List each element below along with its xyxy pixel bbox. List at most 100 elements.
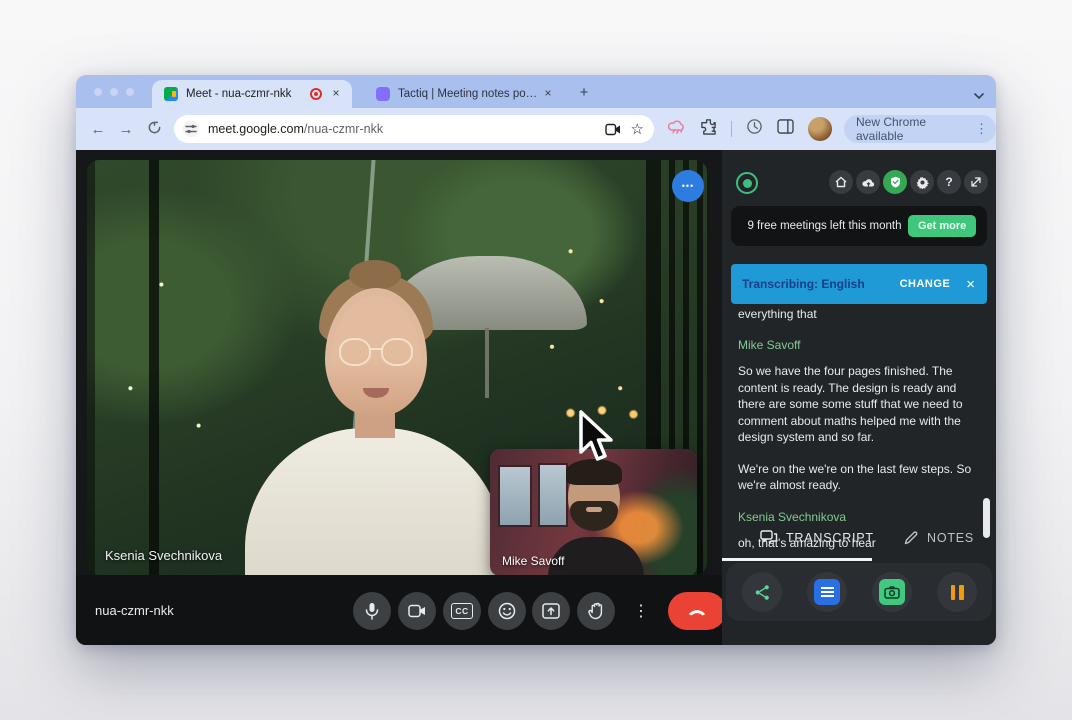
side-panel-icon[interactable] — [777, 119, 794, 139]
browser-window: Meet - nua-czmr-nkk × Tactiq | Meeting n… — [76, 75, 996, 645]
shield-check-icon[interactable] — [883, 170, 907, 194]
desktop-background: Meet - nua-czmr-nkk × Tactiq | Meeting n… — [0, 0, 1072, 720]
captions-button[interactable]: CC — [443, 592, 481, 630]
transcribing-label: Transcribing: English — [742, 277, 865, 291]
chat-bubble-widget[interactable]: ••• — [672, 170, 704, 202]
extension-pink-icon[interactable] — [668, 119, 686, 140]
settings-gear-icon[interactable] — [910, 170, 934, 194]
tactiq-favicon-icon — [376, 87, 390, 101]
change-language-button[interactable]: CHANGE — [900, 278, 951, 290]
reload-button[interactable] — [140, 120, 168, 139]
browser-toolbar: ← → meet.google.com/nua-czmr-nkk ☆ — [76, 108, 996, 150]
active-tab-underline — [722, 558, 872, 561]
toolbar-divider — [731, 121, 732, 137]
forward-button[interactable]: → — [112, 121, 140, 138]
help-glyph: ? — [945, 175, 952, 189]
tab-close-icon[interactable]: × — [540, 86, 556, 102]
chrome-update-button[interactable]: New Chrome available ⋮ — [844, 115, 996, 143]
back-button[interactable]: ← — [84, 121, 112, 138]
help-icon[interactable]: ? — [937, 170, 961, 194]
tab-notes-label: NOTES — [927, 531, 974, 545]
recording-indicator-icon — [310, 88, 322, 100]
transcribing-banner: Transcribing: English CHANGE × — [731, 264, 987, 304]
pause-transcription-button[interactable] — [937, 572, 977, 612]
share-button[interactable] — [742, 572, 782, 612]
end-call-button[interactable] — [668, 592, 726, 630]
pip-participant-face — [586, 507, 602, 512]
captions-icon: CC — [451, 603, 472, 619]
reactions-button[interactable] — [488, 592, 526, 630]
extensions-puzzle-icon[interactable] — [700, 118, 717, 140]
meeting-code: nua-czmr-nkk — [95, 603, 174, 618]
url-path: /nua-czmr-nkk — [304, 122, 383, 136]
url-host: meet.google.com — [208, 122, 304, 136]
present-screen-button[interactable] — [532, 592, 570, 630]
tactiq-logo-icon — [736, 172, 758, 194]
transcript-text: We're on the we're on the last few steps… — [738, 461, 978, 494]
video-scenery — [87, 160, 95, 575]
participant-hair — [349, 260, 401, 290]
microphone-button[interactable] — [353, 592, 391, 630]
tab-meet[interactable]: Meet - nua-czmr-nkk × — [152, 80, 352, 108]
more-options-button[interactable]: ⋮ — [622, 592, 660, 630]
mouse-cursor — [575, 408, 617, 471]
participant-body — [245, 428, 503, 575]
window-maximize-button[interactable] — [126, 88, 134, 96]
google-docs-icon — [814, 579, 840, 605]
bookmark-star-icon[interactable]: ☆ — [631, 120, 644, 138]
transcript-list[interactable]: everything that Mike Savoff So we have t… — [738, 306, 978, 566]
collapse-panel-icon[interactable] — [964, 170, 988, 194]
banner-close-icon[interactable]: × — [966, 276, 975, 293]
quota-text: 9 free meetings left this month — [731, 219, 906, 233]
participant-glasses — [381, 338, 413, 366]
tactiq-sidebar: ? 9 free meetings left this month Get mo… — [722, 150, 996, 645]
site-info-icon[interactable] — [182, 120, 200, 138]
window-close-button[interactable] — [94, 88, 102, 96]
video-scenery — [149, 160, 159, 575]
window-controls[interactable] — [94, 88, 134, 96]
transcript-text: So we have the four pages finished. The … — [738, 363, 978, 446]
tab-media-camera-icon[interactable] — [605, 123, 621, 136]
tab-close-icon[interactable]: × — [328, 86, 344, 102]
tab-search-chevron-icon[interactable] — [974, 87, 984, 105]
new-tab-button[interactable]: + — [574, 83, 594, 103]
browser-menu-icon[interactable]: ⋮ — [975, 121, 988, 137]
meet-main-area: ••• Ksenia Svechnikova Mike Savoff nu — [76, 150, 722, 645]
profile-avatar[interactable] — [808, 117, 832, 141]
window-minimize-button[interactable] — [110, 88, 118, 96]
raise-hand-button[interactable] — [577, 592, 615, 630]
more-options-icon: ⋮ — [633, 601, 649, 621]
camera-button[interactable] — [398, 592, 436, 630]
cloud-upload-icon[interactable] — [856, 170, 880, 194]
transcript-speaker: Mike Savoff — [738, 337, 978, 354]
video-scenery — [485, 328, 489, 398]
tactiq-header: ? — [722, 166, 996, 202]
tab-strip: Meet - nua-czmr-nkk × Tactiq | Meeting n… — [76, 75, 996, 108]
pip-participant-beard — [570, 501, 618, 531]
google-docs-button[interactable] — [807, 572, 847, 612]
tab-transcript[interactable]: TRANSCRIPT — [760, 530, 874, 545]
screenshot-camera-icon — [879, 579, 905, 605]
pip-name-label: Mike Savoff — [502, 554, 564, 568]
extension-circle-icon[interactable] — [746, 118, 763, 140]
address-bar[interactable]: meet.google.com/nua-czmr-nkk ☆ — [174, 115, 654, 143]
tab-tactiq[interactable]: Tactiq | Meeting notes power × — [364, 80, 564, 108]
transcript-text: everything that — [738, 306, 978, 323]
get-more-button[interactable]: Get more — [908, 215, 976, 237]
tactiq-header-icons: ? — [829, 170, 988, 194]
extensions-row — [668, 117, 832, 141]
pip-scenery-window — [498, 465, 532, 527]
participant-glasses — [339, 338, 371, 366]
meetings-quota-card: 9 free meetings left this month Get more — [731, 206, 987, 246]
transcript-speaker: Ksenia Svechnikova — [738, 509, 978, 526]
tab-notes[interactable]: NOTES — [904, 530, 974, 545]
tab-title: Meet - nua-czmr-nkk — [186, 88, 304, 100]
chrome-update-label: New Chrome available — [856, 115, 969, 143]
tactiq-tabs: TRANSCRIPT NOTES — [722, 530, 996, 560]
meet-control-bar: nua-czmr-nkk CC — [76, 575, 722, 645]
participant-glasses — [370, 348, 382, 350]
home-icon[interactable] — [829, 170, 853, 194]
tab-title: Tactiq | Meeting notes power — [398, 88, 540, 100]
screenshot-button[interactable] — [872, 572, 912, 612]
tactiq-action-bar — [726, 563, 992, 621]
